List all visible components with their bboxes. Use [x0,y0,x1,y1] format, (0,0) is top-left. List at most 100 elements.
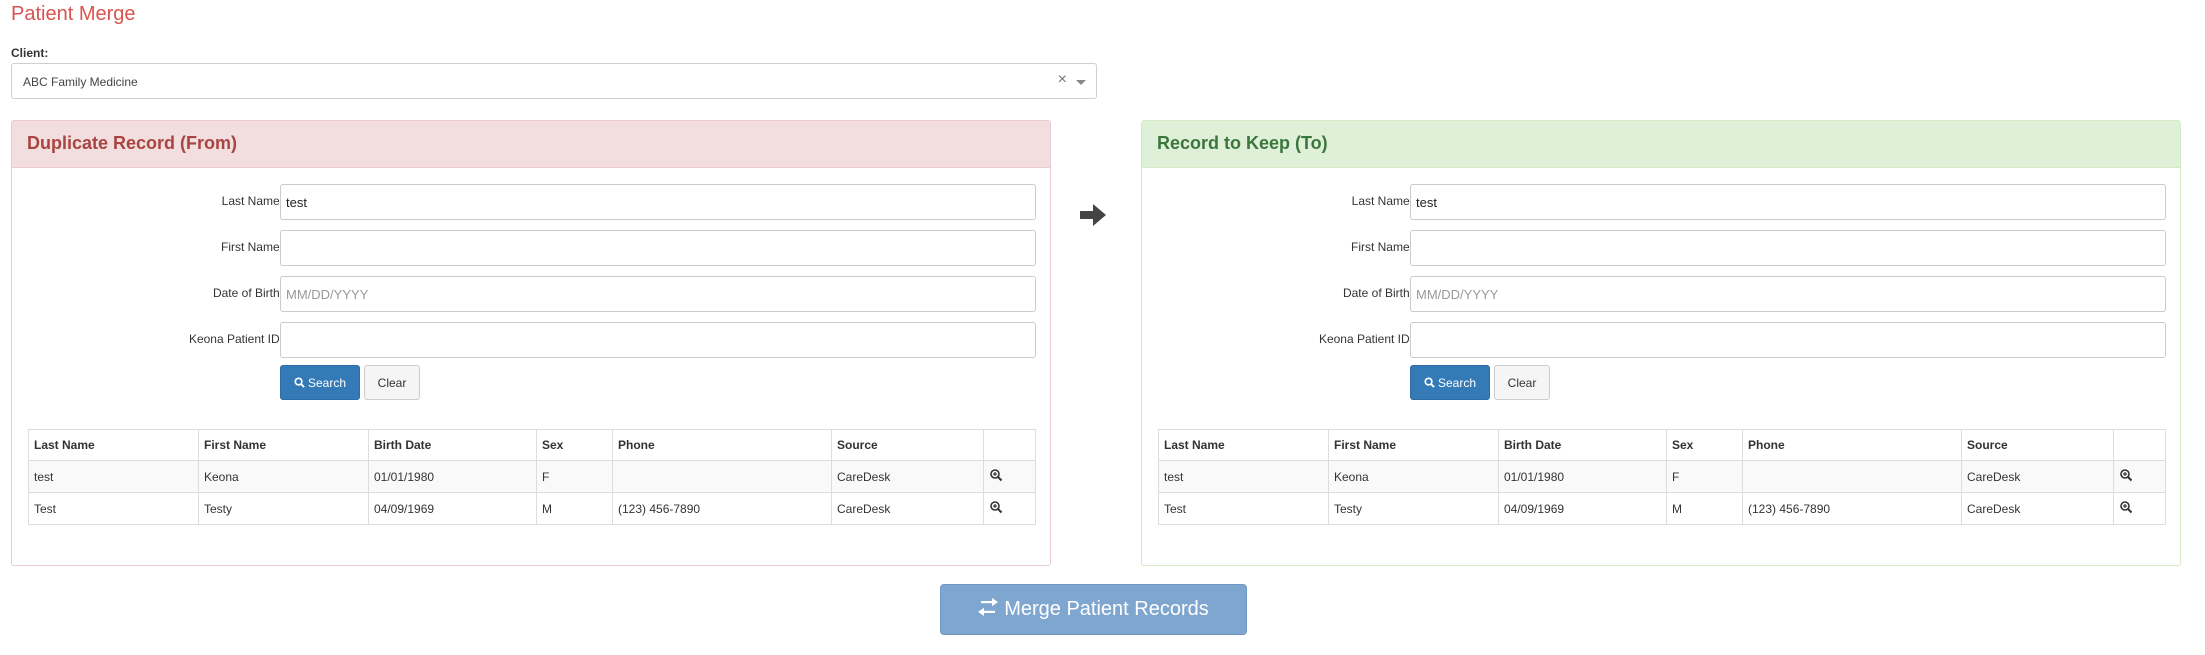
column-header-actions [2113,429,2166,461]
patient-id-row: Keona Patient ID: [12,322,1052,358]
last-name-label: Last Name: [1351,194,1413,208]
column-header: Sex [1666,429,1743,461]
cell-source: CareDesk [1961,492,2114,525]
cell-phone: (123) 456-7890 [612,492,832,525]
transfer-icon [978,598,999,616]
table-row[interactable]: test Keona 01/01/1980 F CareDesk [28,460,1036,493]
column-header: Source [1961,429,2114,461]
cell-source: CareDesk [831,492,984,525]
cell-sex: M [1666,492,1743,525]
patient-id-input[interactable] [280,322,1036,358]
dob-input[interactable] [1410,276,2166,312]
last-name-row: Last Name: [1142,184,2182,220]
zoom-in-icon[interactable] [2119,500,2133,514]
last-name-label: Last Name: [221,194,283,208]
merge-button-label: Merge Patient Records [1004,598,1209,620]
zoom-in-icon[interactable] [989,500,1003,514]
dob-row: Date of Birth: [1142,276,2182,312]
cell-first-name: Testy [1328,492,1499,525]
last-name-input[interactable] [1410,184,2166,220]
cell-phone: (123) 456-7890 [1742,492,1962,525]
client-select[interactable]: ABC Family Medicine × [11,63,1097,99]
clear-selection-icon[interactable]: × [1058,71,1067,89]
panel-title: Duplicate Record (From) [12,121,1050,168]
dob-label: Date of Birth: [1342,286,1413,300]
search-button-label: Search [307,375,347,390]
cell-view [2113,460,2166,493]
cell-phone [612,460,832,493]
merge-patient-records-button[interactable]: Merge Patient Records [940,584,1247,635]
column-header: Last Name [28,429,199,461]
column-header: Last Name [1158,429,1329,461]
column-header: First Name [198,429,369,461]
column-header: Phone [612,429,832,461]
patient-id-row: Keona Patient ID: [1142,322,2182,358]
column-header: Sex [536,429,613,461]
zoom-in-icon[interactable] [989,468,1003,482]
cell-last-name: Test [28,492,199,525]
cell-last-name: Test [1158,492,1329,525]
duplicate-record-panel: Duplicate Record (From) Last Name: First… [11,120,1051,566]
cell-view [983,492,1036,525]
column-header-actions [983,429,1036,461]
cell-source: CareDesk [831,460,984,493]
search-icon [1424,376,1435,388]
dob-label: Date of Birth: [212,286,283,300]
column-header: Phone [1742,429,1962,461]
table-header-row: Last Name First Name Birth Date Sex Phon… [28,429,1036,461]
search-icon [294,376,305,388]
cell-first-name: Keona [1328,460,1499,493]
patient-id-label: Keona Patient ID: [188,332,283,346]
cell-phone [1742,460,1962,493]
chevron-down-icon[interactable] [1076,80,1086,85]
cell-view [983,460,1036,493]
search-button-label: Search [1437,375,1477,390]
table-row[interactable]: test Keona 01/01/1980 F CareDesk [1158,460,2166,493]
column-header: First Name [1328,429,1499,461]
cell-sex: F [536,460,613,493]
cell-sex: F [1666,460,1743,493]
clear-button[interactable]: Clear [364,365,420,400]
cell-view [2113,492,2166,525]
table-row[interactable]: Test Testy 04/09/1969 M (123) 456-7890 C… [1158,492,2166,525]
cell-birth-date: 01/01/1980 [368,460,537,493]
record-to-keep-panel: Record to Keep (To) Last Name: First Nam… [1141,120,2181,566]
last-name-input[interactable] [280,184,1036,220]
dob-input[interactable] [280,276,1036,312]
results-table: Last Name First Name Birth Date Sex Phon… [28,429,1036,525]
cell-birth-date: 04/09/1969 [368,492,537,525]
first-name-label: First Name: [220,240,283,254]
search-button[interactable]: Search [1410,365,1490,400]
search-button[interactable]: Search [280,365,360,400]
first-name-input[interactable] [280,230,1036,266]
first-name-row: First Name: [1142,230,2182,266]
clear-button[interactable]: Clear [1494,365,1550,400]
client-label: Client: [11,46,49,60]
first-name-label: First Name: [1350,240,1413,254]
arrow-right-icon [1080,204,1106,226]
first-name-row: First Name: [12,230,1052,266]
cell-source: CareDesk [1961,460,2114,493]
page-title: Patient Merge [11,3,136,25]
cell-birth-date: 01/01/1980 [1498,460,1667,493]
patient-id-input[interactable] [1410,322,2166,358]
column-header: Birth Date [1498,429,1667,461]
last-name-row: Last Name: [12,184,1052,220]
cell-last-name: test [1158,460,1329,493]
cell-sex: M [536,492,613,525]
table-row[interactable]: Test Testy 04/09/1969 M (123) 456-7890 C… [28,492,1036,525]
column-header: Source [831,429,984,461]
results-table: Last Name First Name Birth Date Sex Phon… [1158,429,2166,525]
panel-title: Record to Keep (To) [1142,121,2180,168]
zoom-in-icon[interactable] [2119,468,2133,482]
client-select-value: ABC Family Medicine [23,75,138,89]
cell-first-name: Keona [198,460,369,493]
cell-first-name: Testy [198,492,369,525]
cell-last-name: test [28,460,199,493]
first-name-input[interactable] [1410,230,2166,266]
patient-id-label: Keona Patient ID: [1318,332,1413,346]
cell-birth-date: 04/09/1969 [1498,492,1667,525]
dob-row: Date of Birth: [12,276,1052,312]
column-header: Birth Date [368,429,537,461]
table-header-row: Last Name First Name Birth Date Sex Phon… [1158,429,2166,461]
